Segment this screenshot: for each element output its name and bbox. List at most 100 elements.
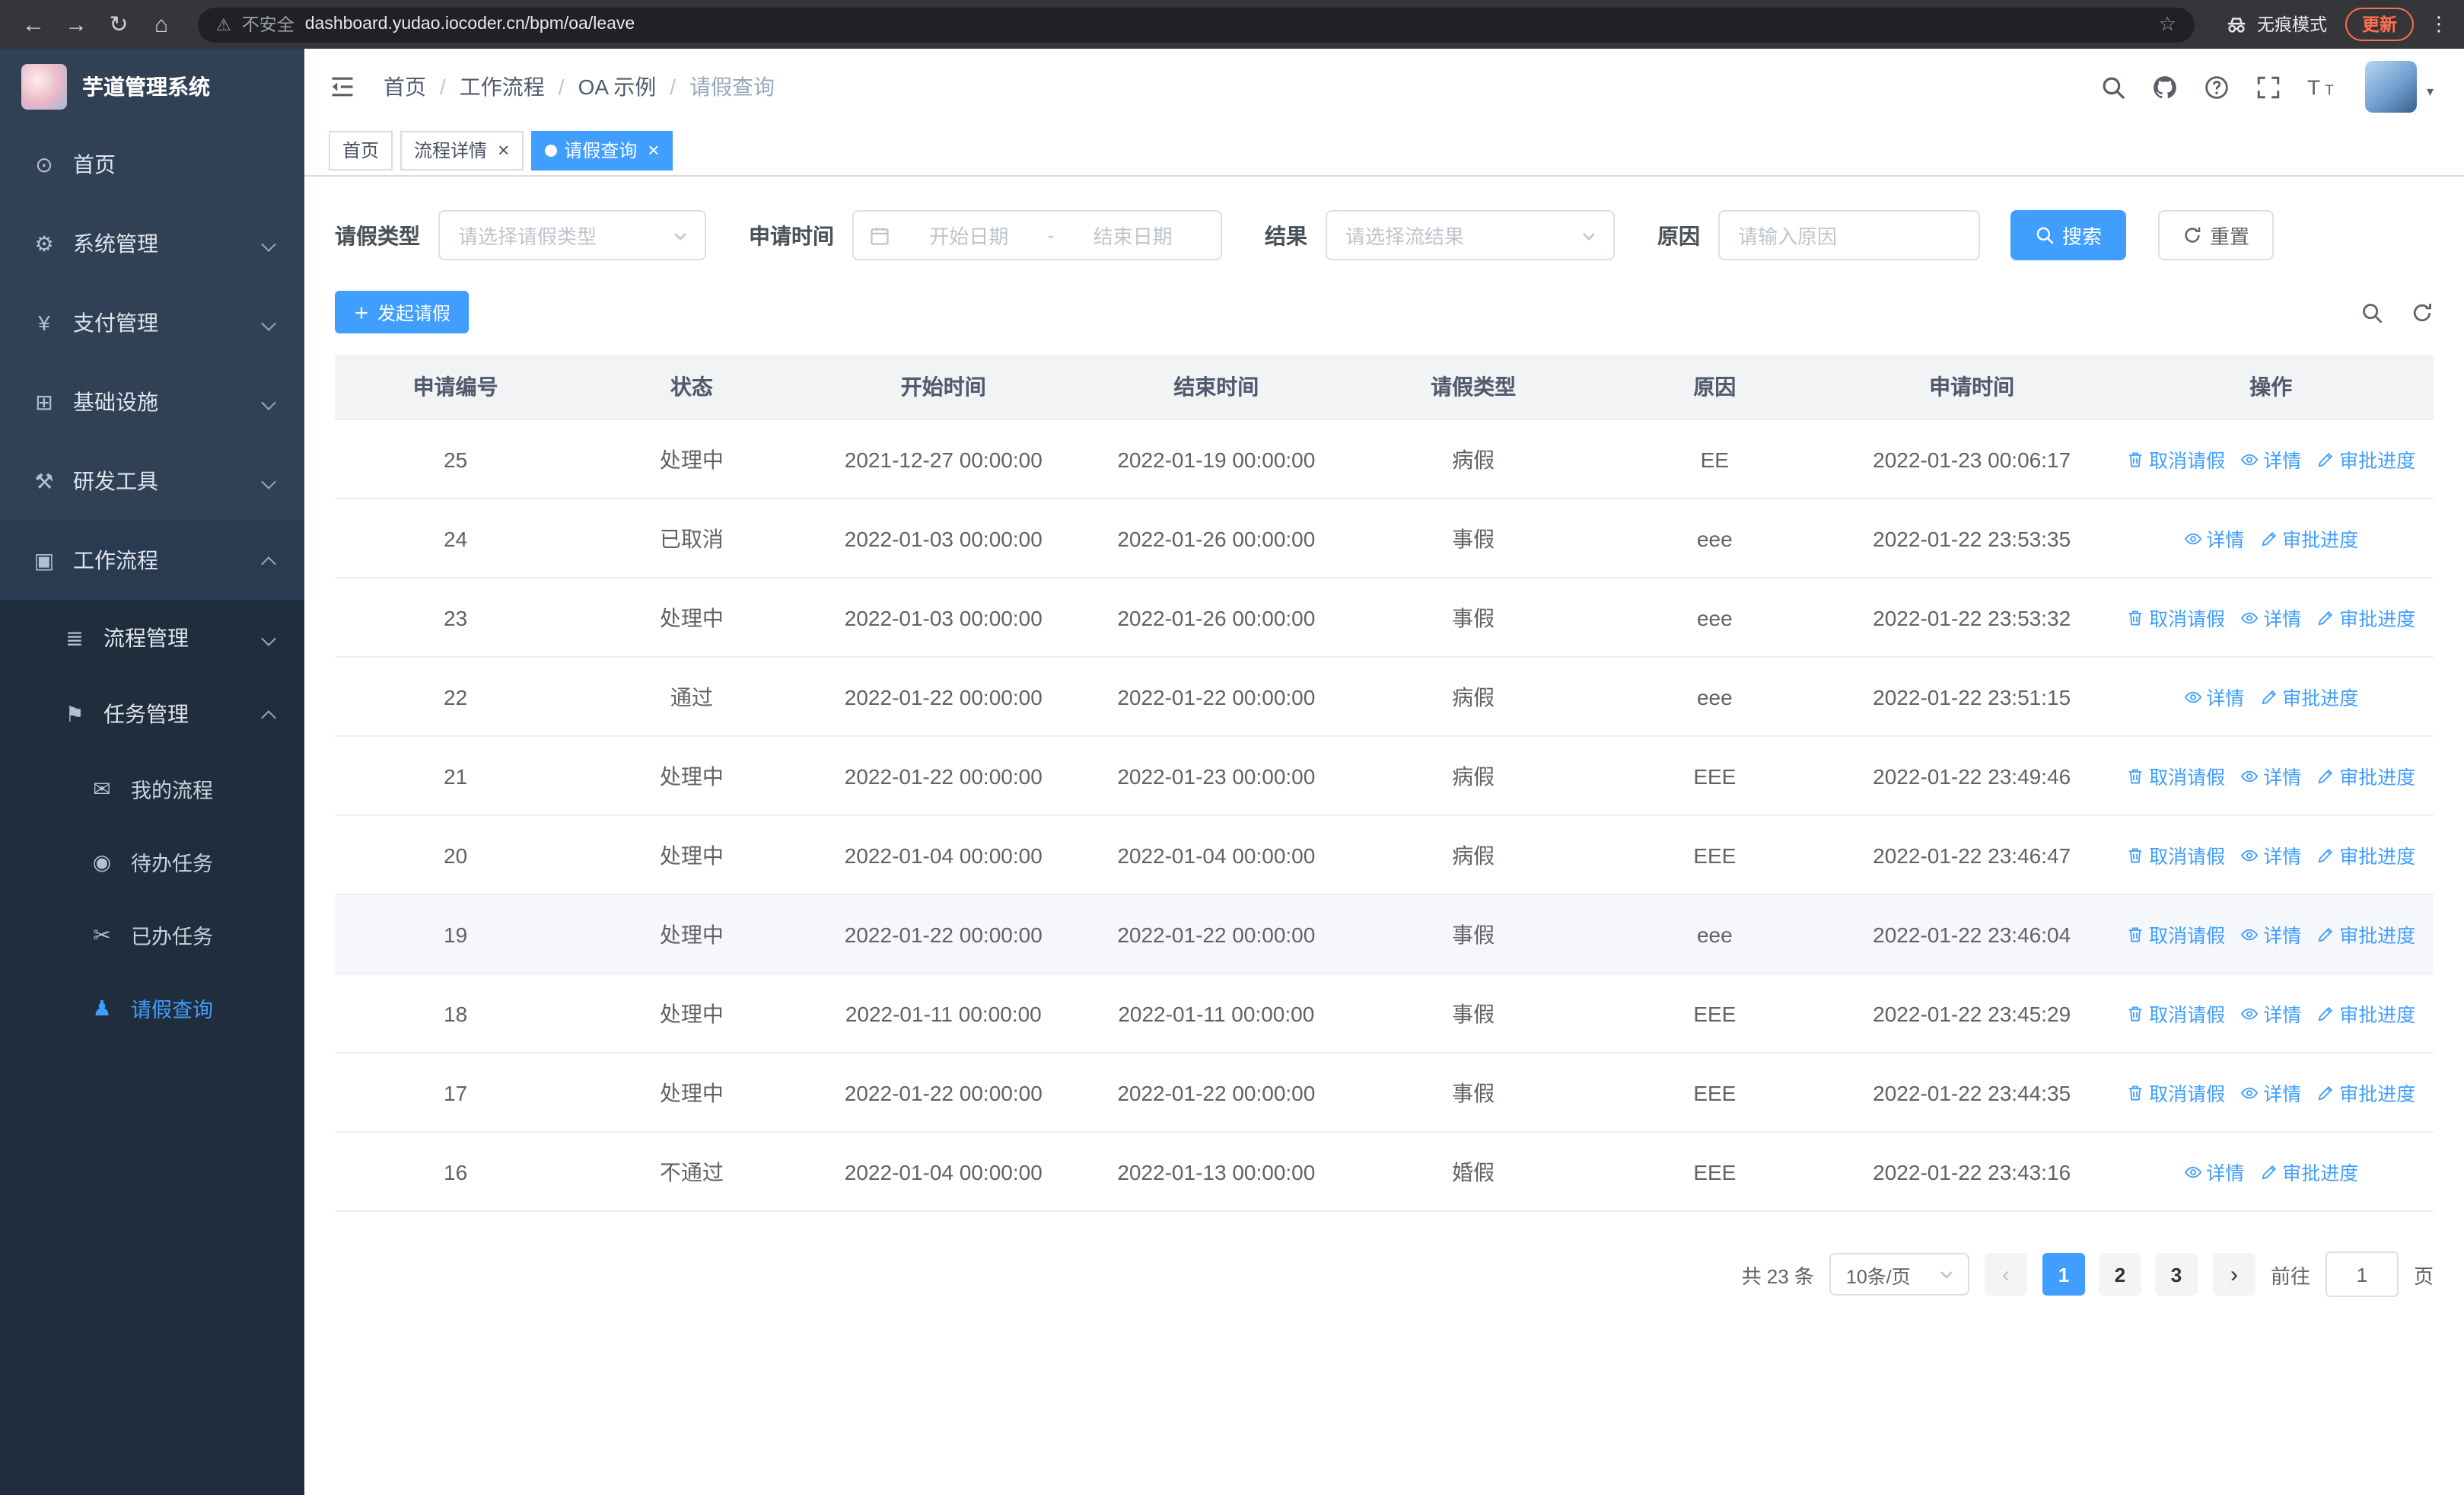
sidebar-item-leave-query[interactable]: ♟ 请假查询 [0, 971, 304, 1044]
page-button-2[interactable]: 2 [2098, 1253, 2141, 1296]
cancel-leave-link[interactable]: 取消请假 [2126, 840, 2225, 869]
collapse-sidebar-icon[interactable] [329, 73, 356, 100]
browser-menu-icon[interactable]: ⋮ [2429, 12, 2449, 37]
tab-process-detail[interactable]: 流程详情 × [400, 130, 524, 170]
detail-link[interactable]: 详情 [2183, 1157, 2244, 1186]
close-icon[interactable]: × [498, 140, 509, 160]
result-select[interactable]: 请选择流结果 [1326, 210, 1615, 260]
page-button-1[interactable]: 1 [2042, 1253, 2085, 1296]
address-bar[interactable]: ⚠ 不安全 dashboard.yudao.iocoder.cn/bpm/oa/… [198, 7, 2195, 42]
approval-progress-link[interactable]: 审批进度 [2316, 1078, 2415, 1107]
detail-link[interactable]: 详情 [2240, 1078, 2301, 1107]
cancel-leave-link[interactable]: 取消请假 [2126, 761, 2225, 790]
user-avatar[interactable] [2365, 61, 2418, 113]
detail-link[interactable]: 详情 [2240, 999, 2301, 1028]
sidebar-item-task-management[interactable]: ⚑ 任务管理 [0, 676, 304, 752]
detail-link[interactable]: 详情 [2183, 682, 2244, 711]
approval-progress-link[interactable]: 审批进度 [2316, 920, 2415, 948]
detail-link[interactable]: 详情 [2240, 603, 2301, 632]
update-button[interactable]: 更新 [2345, 8, 2414, 41]
approval-progress-link[interactable]: 审批进度 [2316, 761, 2415, 790]
sidebar-item-home[interactable]: ⊙ 首页 [0, 125, 304, 204]
sidebar-item-todo-tasks[interactable]: ◉ 待办任务 [0, 825, 304, 898]
table-row[interactable]: 24 已取消 2022-01-03 00:00:00 2022-01-26 00… [335, 499, 2434, 579]
approval-progress-link[interactable]: 审批进度 [2316, 603, 2415, 632]
refresh-table-icon[interactable] [2411, 301, 2434, 324]
reload-icon[interactable]: ↻ [100, 11, 137, 38]
page-size-select[interactable]: 10条/页 [1829, 1253, 1969, 1296]
bookmark-star-icon[interactable]: ☆ [2159, 12, 2176, 37]
avatar-caret-down-icon[interactable]: ▾ [2427, 84, 2434, 100]
url-text[interactable]: dashboard.yudao.iocoder.cn/bpm/oa/leave [305, 15, 2148, 33]
sidebar-item-done-tasks[interactable]: ✂ 已办任务 [0, 898, 304, 971]
sidebar-item-payment-management[interactable]: ¥ 支付管理 [0, 283, 304, 362]
table-row[interactable]: 16 不通过 2022-01-04 00:00:00 2022-01-13 00… [335, 1132, 2434, 1212]
search-icon[interactable] [2101, 74, 2127, 100]
security-label[interactable]: 不安全 [242, 12, 294, 37]
approval-progress-link[interactable]: 审批进度 [2316, 999, 2415, 1028]
home-icon[interactable]: ⌂ [143, 11, 180, 37]
detail-link[interactable]: 详情 [2240, 920, 2301, 948]
sidebar-item-process-management[interactable]: ≣ 流程管理 [0, 600, 304, 676]
sidebar-item-system-management[interactable]: ⚙ 系统管理 [0, 204, 304, 283]
table-row[interactable]: 22 通过 2022-01-22 00:00:00 2022-01-22 00:… [335, 657, 2434, 737]
reset-button[interactable]: 重置 [2158, 210, 2275, 260]
tab-leave-query[interactable]: 请假查询 × [530, 130, 673, 170]
approval-progress-link[interactable]: 审批进度 [2259, 524, 2358, 553]
tab-home[interactable]: 首页 [329, 130, 393, 170]
help-icon[interactable] [2205, 74, 2230, 100]
cancel-leave-link[interactable]: 取消请假 [2126, 445, 2225, 473]
trash-icon [2126, 1004, 2144, 1022]
table-row[interactable]: 19 处理中 2022-01-22 00:00:00 2022-01-22 00… [335, 894, 2434, 974]
table-row[interactable]: 21 处理中 2022-01-22 00:00:00 2022-01-23 00… [335, 736, 2434, 816]
approval-progress-link[interactable]: 审批进度 [2316, 445, 2415, 473]
leave-type-select[interactable]: 请选择请假类型 [438, 210, 706, 260]
toggle-search-icon[interactable] [2361, 301, 2383, 324]
breadcrumb-item[interactable]: 工作流程 [460, 72, 545, 102]
detail-link[interactable]: 详情 [2240, 445, 2301, 473]
sidebar-item-my-process[interactable]: ✉ 我的流程 [0, 752, 304, 825]
sidebar-item-dev-tools[interactable]: ⚒ 研发工具 [0, 441, 304, 521]
reason-input[interactable]: 请输入原因 [1718, 210, 1980, 260]
approval-progress-link[interactable]: 审批进度 [2259, 1157, 2358, 1186]
app-logo[interactable]: 芋道管理系统 [0, 49, 304, 125]
prev-page-button[interactable]: ‹ [1984, 1253, 2027, 1296]
forward-icon[interactable]: → [58, 11, 94, 37]
table-row[interactable]: 20 处理中 2022-01-04 00:00:00 2022-01-04 00… [335, 815, 2434, 895]
breadcrumb-item[interactable]: 首页 [384, 72, 426, 102]
table-row[interactable]: 23 处理中 2022-01-03 00:00:00 2022-01-26 00… [335, 578, 2434, 658]
end-date-placeholder[interactable]: 结束日期 [1060, 221, 1205, 250]
github-icon[interactable] [2153, 74, 2179, 100]
sidebar-item-infrastructure[interactable]: ⊞ 基础设施 [0, 362, 304, 441]
cell-reason: EEE [1593, 974, 1835, 1054]
detail-link[interactable]: 详情 [2183, 524, 2244, 553]
cancel-leave-link[interactable]: 取消请假 [2126, 1078, 2225, 1107]
eye-icon [2240, 1004, 2259, 1022]
approval-progress-link[interactable]: 审批进度 [2259, 682, 2358, 711]
table-row[interactable]: 18 处理中 2022-01-11 00:00:00 2022-01-11 00… [335, 974, 2434, 1054]
page-button-3[interactable]: 3 [2154, 1253, 2198, 1296]
back-icon[interactable]: ← [15, 11, 52, 37]
approval-progress-link[interactable]: 审批进度 [2316, 840, 2415, 869]
sidebar-item-workflow[interactable]: ▣ 工作流程 [0, 521, 304, 600]
next-page-button[interactable]: › [2212, 1253, 2255, 1296]
sidebar-filler [0, 1044, 304, 1495]
apply-time-range-picker[interactable]: 开始日期 - 结束日期 [852, 210, 1222, 260]
cancel-leave-link[interactable]: 取消请假 [2126, 920, 2225, 948]
cell-leave-type: 病假 [1352, 815, 1594, 895]
detail-link[interactable]: 详情 [2240, 840, 2301, 869]
close-icon[interactable]: × [648, 140, 659, 160]
goto-page-input[interactable] [2325, 1251, 2399, 1297]
breadcrumb-item[interactable]: OA 示例 [578, 72, 657, 102]
table-row[interactable]: 25 处理中 2021-12-27 00:00:00 2022-01-19 00… [335, 419, 2434, 499]
cancel-leave-link[interactable]: 取消请假 [2126, 603, 2225, 632]
detail-link[interactable]: 详情 [2240, 761, 2301, 790]
create-leave-button[interactable]: 发起请假 [335, 291, 470, 333]
tab-label: 流程详情 [414, 140, 488, 161]
font-size-icon[interactable] [2308, 74, 2340, 100]
start-date-placeholder[interactable]: 开始日期 [896, 221, 1042, 250]
cancel-leave-link[interactable]: 取消请假 [2126, 999, 2225, 1028]
search-button[interactable]: 搜索 [2010, 210, 2127, 260]
fullscreen-icon[interactable] [2256, 74, 2282, 100]
table-row[interactable]: 17 处理中 2022-01-22 00:00:00 2022-01-22 00… [335, 1053, 2434, 1133]
